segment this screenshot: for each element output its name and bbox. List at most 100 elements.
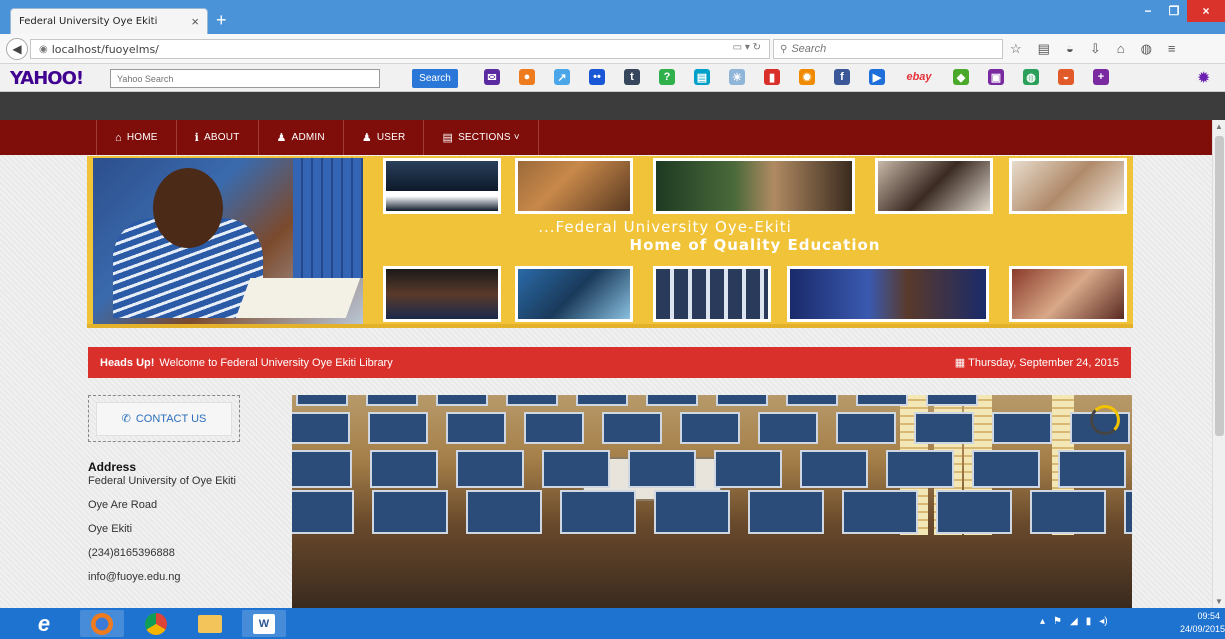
url-text: localhost/fuoyelms/ (51, 42, 159, 56)
tag-icon[interactable]: ◆ (953, 69, 969, 85)
lab-monitor (372, 490, 448, 534)
nav-item-about[interactable]: ℹ ABOUT (177, 120, 259, 155)
battery-icon[interactable]: ▮ (1086, 616, 1092, 627)
flickr-icon[interactable]: •• (589, 69, 605, 85)
lab-monitor (628, 450, 696, 488)
maximize-button[interactable]: ❐ (1161, 0, 1187, 22)
browser-tab[interactable]: Federal University Oye Ekiti × (10, 8, 208, 34)
student-photo (93, 158, 363, 324)
address-line: Oye Are Road (88, 499, 158, 511)
lab-monitor (758, 412, 818, 444)
scroll-up-icon[interactable]: ▲ (1215, 122, 1223, 131)
lab-monitor (560, 490, 636, 534)
back-button[interactable]: ◀ (6, 38, 28, 60)
nav-item-home[interactable]: ⌂ HOME (97, 120, 177, 155)
bookmark-icon[interactable]: ▮ (764, 69, 780, 85)
banner-text: ...Federal University Oye-Ekiti Home of … (377, 214, 1133, 262)
lab-monitor (446, 412, 506, 444)
page-scrollbar[interactable]: ▲ ▼ (1212, 120, 1225, 608)
search-icon: ⚲ (780, 43, 788, 55)
network-icon[interactable]: ◢ (1070, 616, 1078, 627)
tab-close-icon[interactable]: × (191, 14, 199, 29)
mail-icon[interactable]: ✉ (484, 69, 500, 85)
banner-photo-student-reading (515, 158, 633, 214)
weather-icon[interactable]: ☀ (729, 69, 745, 85)
tab-title: Federal University Oye Ekiti (19, 16, 158, 27)
nav-admin-icon: ♟ (276, 132, 287, 144)
facebook-icon[interactable]: f (834, 69, 850, 85)
computer-lab-slideshow-image (292, 395, 1132, 608)
lab-monitor (748, 490, 824, 534)
answers-icon[interactable]: ? (659, 69, 675, 85)
taskbar-clock[interactable]: 09:54 24/09/2015 (1180, 610, 1225, 636)
email-address: info@fuoye.edu.ng (88, 571, 181, 583)
show-hidden-icons-icon[interactable]: ▴ (1040, 616, 1045, 627)
menu-icon[interactable]: ≡ (1168, 41, 1176, 57)
banner-photo-computers (653, 266, 771, 322)
reload-icon[interactable]: ▭ ▾ ↻ (733, 42, 761, 53)
chat-icon[interactable]: ◍ (1141, 41, 1152, 57)
tv-icon[interactable]: ▣ (988, 69, 1004, 85)
window-controls: − ❐ × (1135, 0, 1225, 22)
banner-tagline: ...Federal University Oye-Ekiti (538, 218, 792, 236)
lab-monitor (524, 412, 584, 444)
globe-icon: ◉ (39, 43, 48, 55)
tumblr-icon[interactable]: t (624, 69, 640, 85)
new-tab-button[interactable]: + (216, 10, 227, 31)
file-explorer-button[interactable] (188, 610, 232, 637)
close-window-button[interactable]: × (1187, 0, 1225, 22)
yahoo-search-button[interactable]: Search (412, 69, 458, 88)
flag-icon[interactable]: ⚑ (1053, 616, 1062, 627)
address-line: Oye Ekiti (88, 523, 133, 535)
lab-monitor (886, 450, 954, 488)
lab-monitor (296, 395, 348, 406)
nav-item-sections[interactable]: ▤ SECTIONS ˅ (424, 120, 539, 155)
firefox-button[interactable] (80, 610, 124, 637)
scroll-down-icon[interactable]: ▼ (1215, 597, 1223, 606)
home-icon[interactable]: ⌂ (1117, 41, 1125, 57)
word-button[interactable]: W (242, 610, 286, 637)
food-icon[interactable]: ◒ (1058, 69, 1074, 85)
chrome-button[interactable] (134, 610, 178, 637)
nav-item-user[interactable]: ♟ USER (344, 120, 425, 155)
browser-search-input[interactable] (791, 43, 992, 55)
lab-monitor (842, 490, 918, 534)
game-icon[interactable]: ◍ (1023, 69, 1039, 85)
address-bar[interactable]: ◉ localhost/fuoyelms/ ▭ ▾ ↻ (30, 39, 770, 59)
lab-monitor (926, 395, 978, 406)
nav-user-icon: ♟ (361, 132, 372, 144)
add-icon[interactable]: + (1093, 69, 1109, 85)
browser-titlebar: Federal University Oye Ekiti × + − ❐ × (0, 0, 1225, 34)
download-icon[interactable]: ⇩ (1090, 41, 1101, 57)
chrome-icon (145, 612, 167, 635)
browser-search-box[interactable]: ⚲ (773, 39, 1003, 59)
contact-us-button[interactable]: ✆ CONTACT US (96, 401, 232, 436)
ebay-icon[interactable]: ebay (904, 69, 934, 85)
news-icon[interactable]: ▤ (694, 69, 710, 85)
nav-about-icon: ℹ (194, 132, 200, 144)
phone-icon: ✆ (121, 413, 131, 425)
internet-explorer-button[interactable]: e (22, 610, 66, 637)
video-icon[interactable]: ▶ (869, 69, 885, 85)
lab-monitor (370, 450, 438, 488)
address-block: Address Federal University of Oye Ekiti … (88, 460, 258, 584)
toolbar-strip (0, 92, 1225, 120)
heads-up-message: Welcome to Federal University Oye Ekiti … (159, 356, 393, 369)
bookmark-star-icon[interactable]: ☆ (1010, 41, 1022, 57)
gear-icon[interactable]: ✹ (1197, 68, 1210, 88)
reading-list-icon[interactable]: ▤ (1038, 41, 1050, 57)
nav-item-admin[interactable]: ♟ ADMIN (259, 120, 344, 155)
pocket-icon[interactable]: ◒ (1066, 41, 1074, 57)
volume-icon[interactable]: ◂) (1099, 616, 1107, 627)
back-arrow-icon: ◀ (12, 42, 22, 56)
settings-icon[interactable]: ✹ (799, 69, 815, 85)
browser-navbar: ◀ ◉ localhost/fuoyelms/ ▭ ▾ ↻ ⚲ ☆ ▤ ◒ ⇩ … (0, 34, 1225, 64)
scroll-thumb[interactable] (1215, 136, 1224, 436)
lab-monitor (914, 412, 974, 444)
finance-icon[interactable]: ↗ (554, 69, 570, 85)
yahoo-search-input[interactable] (110, 69, 380, 88)
minimize-button[interactable]: − (1135, 0, 1161, 22)
sports-icon[interactable]: ● (519, 69, 535, 85)
yahoo-logo[interactable]: YAHOO! (10, 68, 84, 89)
folder-icon (198, 614, 222, 633)
